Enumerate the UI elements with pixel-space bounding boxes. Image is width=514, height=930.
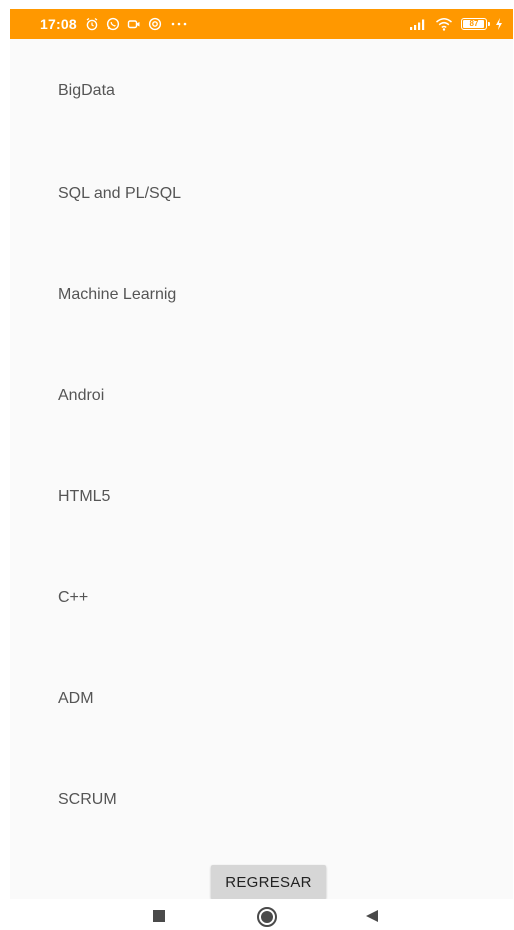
charging-icon <box>495 17 503 31</box>
status-time: 17:08 <box>40 16 77 32</box>
course-list-view[interactable]: BigData SQL and PL/SQL Machine Learnig A… <box>10 39 513 899</box>
signal-icon <box>409 17 427 31</box>
list-item-scrum[interactable]: SCRUM <box>10 749 513 850</box>
notification-icons <box>85 17 189 31</box>
status-bar: 17:08 87 <box>10 9 513 39</box>
course-list: BigData SQL and PL/SQL Machine Learnig A… <box>10 39 513 850</box>
home-icon[interactable] <box>256 906 278 928</box>
battery-icon: 87 <box>461 18 490 30</box>
back-icon[interactable] <box>364 908 380 924</box>
video-icon <box>127 17 141 31</box>
app-screen: 17:08 87 BigData SQL and PL/SQL Machine … <box>0 0 514 930</box>
list-item-sql[interactable]: SQL and PL/SQL <box>10 143 513 244</box>
list-item-adm[interactable]: ADM <box>10 648 513 749</box>
wifi-icon <box>435 17 453 31</box>
battery-level: 87 <box>469 19 479 28</box>
circle-app-icon <box>148 17 162 31</box>
recents-icon[interactable] <box>151 908 167 924</box>
system-status-icons: 87 <box>409 17 503 31</box>
whatsapp-icon <box>106 17 120 31</box>
alarm-icon <box>85 17 99 31</box>
list-item-android[interactable]: Androi <box>10 345 513 446</box>
more-dots-icon <box>169 17 189 31</box>
navigation-bar <box>0 899 514 930</box>
list-item-html5[interactable]: HTML5 <box>10 446 513 547</box>
list-item-bigdata[interactable]: BigData <box>10 39 513 143</box>
regresar-button[interactable]: REGRESAR <box>211 865 326 899</box>
list-item-machine-learning[interactable]: Machine Learnig <box>10 244 513 345</box>
list-item-cpp[interactable]: C++ <box>10 547 513 648</box>
